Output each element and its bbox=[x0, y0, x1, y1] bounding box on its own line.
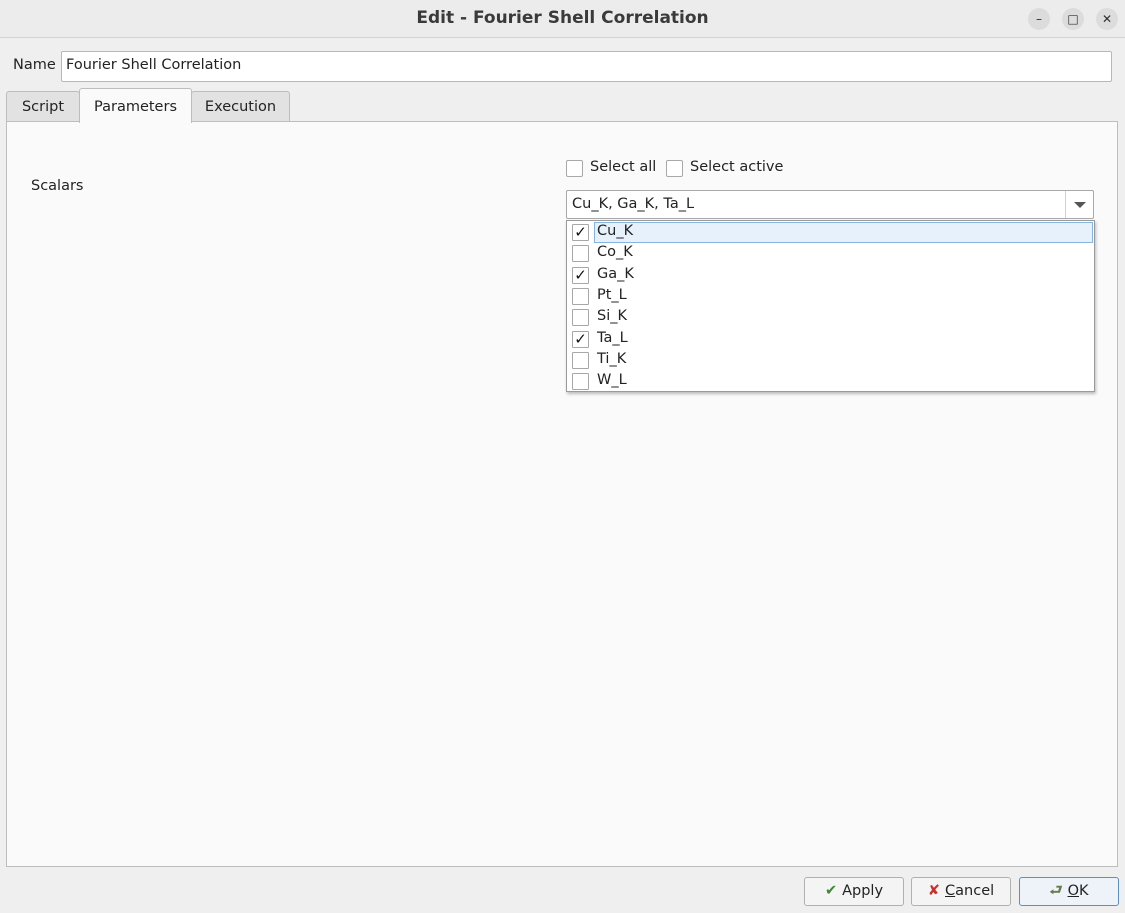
option-label: Cu_K bbox=[597, 223, 634, 239]
ok-button-label: K bbox=[1078, 883, 1089, 899]
checkmark-icon: ✔ bbox=[824, 883, 838, 899]
maximize-button[interactable]: □ bbox=[1062, 8, 1084, 30]
return-arrow-icon: ⮐ bbox=[1049, 883, 1063, 899]
scalars-dropdown-list: ✓ Cu_K Co_K ✓ Ga_K Pt_L Si_K ✓ Ta_L Ti_K W_L bbox=[566, 220, 1095, 392]
cancel-button[interactable]: ✘ Cancel bbox=[911, 877, 1011, 906]
option-checkbox[interactable] bbox=[572, 373, 589, 391]
minimize-button[interactable]: – bbox=[1028, 8, 1050, 30]
option-checkbox[interactable] bbox=[572, 287, 589, 305]
scalar-option[interactable]: ✓ Ta_L bbox=[567, 329, 1094, 350]
select-active-checkbox[interactable] bbox=[666, 160, 683, 177]
scalar-option[interactable]: Pt_L bbox=[567, 286, 1094, 307]
scalar-option[interactable]: ✓ Ga_K bbox=[567, 265, 1094, 286]
option-checkbox[interactable] bbox=[572, 351, 589, 369]
cross-icon: ✘ bbox=[927, 883, 941, 899]
option-label: Ti_K bbox=[597, 350, 627, 367]
option-highlight bbox=[594, 222, 1093, 243]
scalar-option[interactable]: Ti_K bbox=[567, 350, 1094, 371]
name-label: Name bbox=[13, 57, 56, 73]
option-checkbox[interactable] bbox=[572, 309, 589, 327]
scalar-option[interactable]: Si_K bbox=[567, 307, 1094, 328]
cancel-button-label: ancel bbox=[955, 883, 995, 899]
apply-button[interactable]: ✔ Apply bbox=[804, 877, 904, 906]
option-checkbox[interactable]: ✓ bbox=[572, 266, 589, 284]
title-bar: Edit - Fourier Shell Correlation – □ ✕ bbox=[0, 0, 1125, 38]
option-label: W_L bbox=[597, 372, 627, 389]
option-label: Ta_L bbox=[597, 329, 628, 346]
scalar-option[interactable]: ✓ Cu_K bbox=[567, 222, 1094, 243]
scalars-combobox-value: Cu_K, Ga_K, Ta_L bbox=[572, 196, 695, 212]
cancel-mnemonic: C bbox=[945, 883, 956, 899]
apply-button-label: Apply bbox=[842, 883, 884, 899]
combobox-separator bbox=[1065, 191, 1066, 218]
tab-execution[interactable]: Execution bbox=[191, 91, 290, 122]
select-all-label[interactable]: Select all bbox=[590, 159, 656, 175]
scalar-option[interactable]: W_L bbox=[567, 371, 1094, 392]
scalars-combobox[interactable]: Cu_K, Ga_K, Ta_L bbox=[566, 190, 1094, 219]
ok-button[interactable]: ⮐ OK bbox=[1019, 877, 1119, 906]
option-label: Ga_K bbox=[597, 265, 634, 282]
tab-script[interactable]: Script bbox=[6, 91, 80, 122]
edit-dialog: Edit - Fourier Shell Correlation – □ ✕ N… bbox=[0, 0, 1125, 913]
select-all-checkbox[interactable] bbox=[566, 160, 583, 177]
ok-mnemonic: O bbox=[1067, 883, 1079, 899]
option-checkbox[interactable] bbox=[572, 245, 589, 263]
chevron-down-icon[interactable] bbox=[1074, 202, 1086, 208]
option-checkbox[interactable]: ✓ bbox=[572, 330, 589, 348]
select-active-label[interactable]: Select active bbox=[690, 159, 783, 175]
option-label: Co_K bbox=[597, 244, 633, 261]
window-title: Edit - Fourier Shell Correlation bbox=[416, 8, 709, 28]
close-button[interactable]: ✕ bbox=[1096, 8, 1118, 30]
option-checkbox[interactable]: ✓ bbox=[572, 224, 589, 241]
scalar-option[interactable]: Co_K bbox=[567, 243, 1094, 264]
option-label: Si_K bbox=[597, 308, 627, 325]
scalars-label: Scalars bbox=[31, 178, 84, 194]
option-label: Pt_L bbox=[597, 286, 627, 303]
tab-parameters[interactable]: Parameters bbox=[79, 88, 192, 123]
name-input[interactable]: Fourier Shell Correlation bbox=[61, 51, 1112, 82]
